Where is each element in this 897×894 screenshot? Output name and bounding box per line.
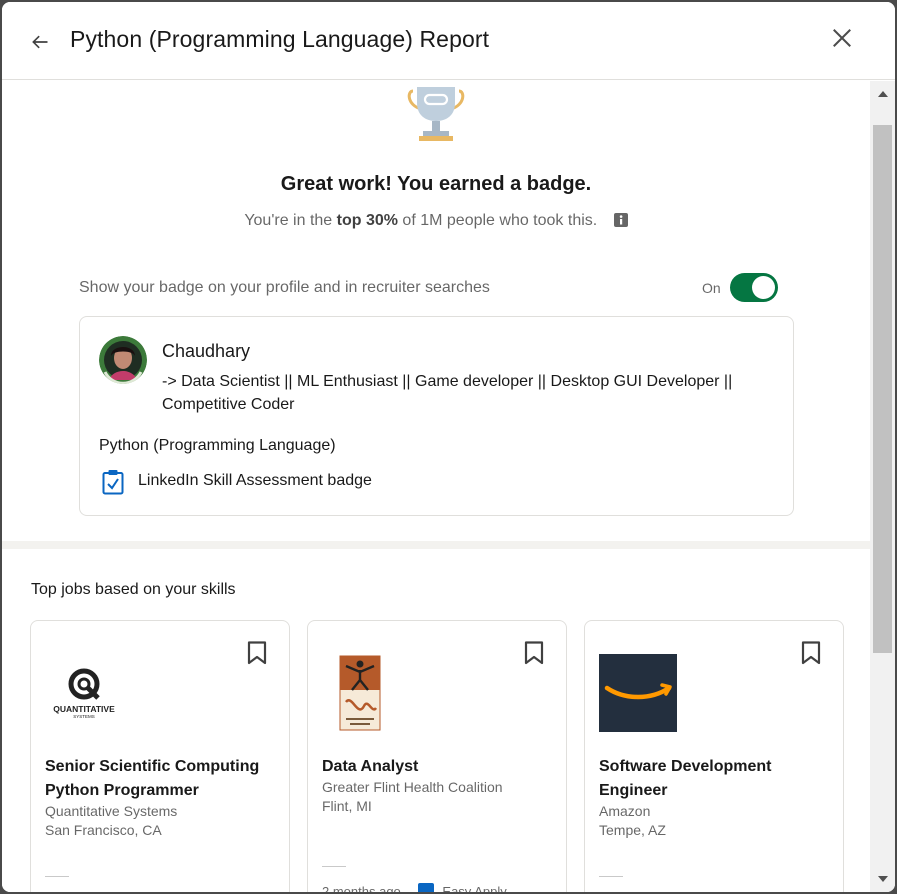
- show-badge-label: Show your badge on your profile and in r…: [79, 279, 490, 296]
- job-location: San Francisco, CA: [45, 822, 162, 838]
- job-posted-time: 2 months ago: [322, 884, 401, 892]
- back-button[interactable]: [24, 26, 56, 58]
- job-location: Tempe, AZ: [599, 822, 666, 838]
- job-company: Greater Flint Health Coalition: [322, 779, 503, 795]
- percentile-summary: You're in the top 30% of 1M people who t…: [2, 212, 870, 232]
- badge-label: LinkedIn Skill Assessment badge: [138, 472, 372, 489]
- avatar: [99, 336, 147, 384]
- job-title[interactable]: Senior Scientific Computing Python Progr…: [45, 755, 277, 803]
- job-company: Quantitative Systems: [45, 803, 178, 819]
- company-logo: [599, 654, 677, 732]
- job-card[interactable]: Software Development Engineer Amazon Tem…: [584, 620, 844, 892]
- modal-header: Python (Programming Language) Report: [2, 2, 895, 80]
- jobs-section-title: Top jobs based on your skills: [31, 581, 236, 598]
- close-icon: [833, 29, 851, 47]
- trophy-icon: [407, 87, 465, 141]
- easy-apply-label: Easy Apply: [442, 884, 507, 892]
- skill-name: Python (Programming Language): [99, 437, 336, 454]
- linkedin-icon: [418, 883, 435, 892]
- job-footer: 2 months ago Easy Apply: [322, 883, 507, 892]
- company-logo: [339, 655, 381, 731]
- job-card[interactable]: QUANTITATIVE SYSTEMS Senior Scientific C…: [30, 620, 290, 892]
- scroll-down-button[interactable]: [870, 866, 895, 892]
- percentile-suffix: of 1M people who took this.: [397, 212, 598, 229]
- bookmark-icon[interactable]: [801, 641, 821, 665]
- bookmark-icon[interactable]: [524, 641, 544, 665]
- info-icon[interactable]: [613, 213, 628, 232]
- profile-name: Chaudhary: [162, 341, 251, 361]
- job-card[interactable]: Data Analyst Greater Flint Health Coalit…: [307, 620, 567, 892]
- close-button[interactable]: [824, 20, 860, 56]
- job-divider: [322, 866, 346, 867]
- logo-subtext: SYSTEMS: [73, 714, 95, 719]
- show-badge-toggle[interactable]: [730, 273, 778, 302]
- section-divider: [2, 541, 870, 549]
- job-divider: [45, 876, 69, 877]
- job-title[interactable]: Software Development Engineer: [599, 755, 831, 803]
- profile-headline: -> Data Scientist || ML Enthusiast || Ga…: [162, 373, 733, 413]
- scrollbar-thumb[interactable]: [873, 125, 892, 653]
- job-company: Amazon: [599, 803, 651, 819]
- page-title: Python (Programming Language) Report: [70, 26, 490, 52]
- arrow-left-icon: [32, 35, 48, 49]
- job-divider: [599, 876, 623, 877]
- skill-report-modal: Python (Programming Language) Report Gre…: [2, 2, 895, 892]
- scrollbar[interactable]: [870, 81, 895, 892]
- percentile-prefix: You're in the: [244, 212, 337, 229]
- toggle-state-label: On: [702, 280, 721, 296]
- caret-down-icon: [877, 876, 888, 882]
- scroll-up-button[interactable]: [870, 81, 895, 107]
- job-location: Flint, MI: [322, 798, 372, 814]
- logo-text: QUANTITATIVE: [53, 704, 115, 714]
- percentile-value: top 30%: [336, 212, 398, 229]
- badge-preview-card: Chaudhary -> Data Scientist || ML Enthus…: [79, 316, 794, 516]
- skill-badge-icon: [102, 470, 124, 495]
- bookmark-icon[interactable]: [247, 641, 267, 665]
- toggle-knob: [752, 276, 775, 299]
- caret-up-icon: [877, 91, 888, 97]
- report-content: Great work! You earned a badge. You're i…: [2, 81, 870, 892]
- job-title[interactable]: Data Analyst: [322, 755, 554, 779]
- company-logo: QUANTITATIVE SYSTEMS: [53, 668, 115, 719]
- badge-earned-heading: Great work! You earned a badge.: [280, 173, 592, 195]
